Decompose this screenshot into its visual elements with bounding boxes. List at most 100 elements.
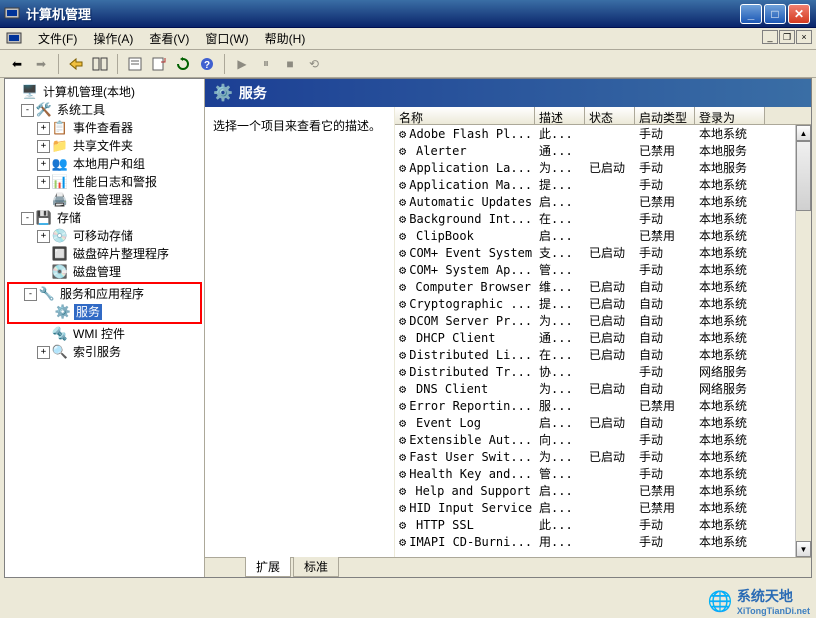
- tab-extended[interactable]: 扩展: [245, 557, 291, 577]
- col-startup[interactable]: 启动类型: [635, 107, 695, 124]
- service-name-cell: ⚙Help and Support: [395, 484, 535, 498]
- mdi-close[interactable]: ×: [796, 30, 812, 44]
- up-button[interactable]: [65, 53, 87, 75]
- collapse-icon[interactable]: -: [21, 212, 34, 225]
- col-name[interactable]: 名称: [395, 107, 535, 124]
- expand-icon[interactable]: +: [37, 230, 50, 243]
- service-row[interactable]: ⚙Cryptographic ... 提... 已启动 自动 本地系统: [395, 295, 811, 312]
- expand-icon[interactable]: +: [37, 346, 50, 359]
- maximize-button[interactable]: □: [764, 4, 786, 24]
- back-button[interactable]: ⬅: [6, 53, 28, 75]
- menu-window[interactable]: 窗口(W): [197, 28, 256, 49]
- scroll-down-button[interactable]: ▼: [796, 541, 811, 557]
- scroll-thumb[interactable]: [796, 141, 811, 211]
- service-row[interactable]: ⚙Extensible Aut... 向... 手动 本地系统: [395, 431, 811, 448]
- service-row[interactable]: ⚙HID Input Service 启... 已禁用 本地系统: [395, 499, 811, 516]
- service-row[interactable]: ⚙Background Int... 在... 手动 本地系统: [395, 210, 811, 227]
- refresh-button[interactable]: [172, 53, 194, 75]
- gear-icon: ⚙: [399, 399, 406, 413]
- service-logon-cell: 本地系统: [695, 244, 765, 261]
- menu-view[interactable]: 查看(V): [141, 28, 197, 49]
- col-status[interactable]: 状态: [585, 107, 635, 124]
- properties-button[interactable]: [124, 53, 146, 75]
- tree-localusers[interactable]: +👥本地用户和组: [7, 155, 202, 173]
- menu-action[interactable]: 操作(A): [85, 28, 141, 49]
- service-row[interactable]: ⚙DCOM Server Pr... 为... 已启动 自动 本地系统: [395, 312, 811, 329]
- service-name-cell: ⚙Health Key and...: [395, 467, 535, 481]
- service-row[interactable]: ⚙IMAPI CD-Burni... 用... 手动 本地系统: [395, 533, 811, 550]
- minimize-button[interactable]: _: [740, 4, 762, 24]
- tree-devmgr[interactable]: 🖨️设备管理器: [7, 191, 202, 209]
- col-logon[interactable]: 登录为: [695, 107, 765, 124]
- gear-icon: ⚙: [399, 433, 406, 447]
- service-desc-cell: 启...: [535, 499, 585, 516]
- service-row[interactable]: ⚙Distributed Tr... 协... 手动 网络服务: [395, 363, 811, 380]
- expand-icon[interactable]: +: [37, 158, 50, 171]
- tree-svcapps[interactable]: -🔧服务和应用程序: [10, 285, 199, 303]
- service-desc-cell: 在...: [535, 210, 585, 227]
- tree-storage[interactable]: -💾存储: [7, 209, 202, 227]
- service-row[interactable]: ⚙Health Key and... 管... 手动 本地系统: [395, 465, 811, 482]
- vertical-scrollbar[interactable]: ▲ ▼: [795, 125, 811, 557]
- tree-systools[interactable]: -🛠️系统工具: [7, 101, 202, 119]
- mdi-minimize[interactable]: _: [762, 30, 778, 44]
- forward-button[interactable]: ➡: [30, 53, 52, 75]
- pause-service-button[interactable]: ⏸: [255, 53, 277, 75]
- service-desc-cell: 为...: [535, 159, 585, 176]
- gear-icon: ⚙: [399, 535, 406, 549]
- expand-icon[interactable]: +: [37, 176, 50, 189]
- tree-wmi[interactable]: 🔩WMI 控件: [7, 325, 202, 343]
- service-row[interactable]: ⚙Help and Support 启... 已禁用 本地系统: [395, 482, 811, 499]
- service-row[interactable]: ⚙Adobe Flash Pl... 此... 手动 本地系统: [395, 125, 811, 142]
- service-row[interactable]: ⚙Error Reportin... 服... 已禁用 本地系统: [395, 397, 811, 414]
- service-row[interactable]: ⚙COM+ Event System 支... 已启动 手动 本地系统: [395, 244, 811, 261]
- service-row[interactable]: ⚙DNS Client 为... 已启动 自动 网络服务: [395, 380, 811, 397]
- tree-removable[interactable]: +💿可移动存储: [7, 227, 202, 245]
- collapse-icon[interactable]: -: [24, 288, 37, 301]
- service-row[interactable]: ⚙Fast User Swit... 为... 已启动 手动 本地系统: [395, 448, 811, 465]
- stop-service-button[interactable]: ■: [279, 53, 301, 75]
- tree-indexing[interactable]: +🔍索引服务: [7, 343, 202, 361]
- show-hide-tree-button[interactable]: [89, 53, 111, 75]
- service-row[interactable]: ⚙Computer Browser 维... 已启动 自动 本地系统: [395, 278, 811, 295]
- tree-services[interactable]: ⚙️服务: [10, 303, 199, 321]
- expand-icon[interactable]: +: [37, 140, 50, 153]
- tree-eventviewer[interactable]: +📋事件查看器: [7, 119, 202, 137]
- titlebar[interactable]: 计算机管理 _ □ ✕: [0, 0, 816, 28]
- tree-root[interactable]: 🖥️计算机管理(本地): [7, 83, 202, 101]
- service-row[interactable]: ⚙Application Ma... 提... 手动 本地系统: [395, 176, 811, 193]
- navigation-tree[interactable]: 🖥️计算机管理(本地) -🛠️系统工具 +📋事件查看器 +📁共享文件夹 +👥本地…: [5, 79, 205, 577]
- service-row[interactable]: ⚙COM+ System Ap... 管... 手动 本地系统: [395, 261, 811, 278]
- close-button[interactable]: ✕: [788, 4, 810, 24]
- tree-perflog[interactable]: +📊性能日志和警报: [7, 173, 202, 191]
- service-desc-cell: 此...: [535, 516, 585, 533]
- export-button[interactable]: [148, 53, 170, 75]
- service-row[interactable]: ⚙Automatic Updates 启... 已禁用 本地系统: [395, 193, 811, 210]
- help-button[interactable]: ?: [196, 53, 218, 75]
- menu-help[interactable]: 帮助(H): [257, 28, 314, 49]
- col-desc[interactable]: 描述: [535, 107, 585, 124]
- collapse-icon[interactable]: -: [21, 104, 34, 117]
- menu-file[interactable]: 文件(F): [30, 28, 85, 49]
- service-row[interactable]: ⚙ClipBook 启... 已禁用 本地系统: [395, 227, 811, 244]
- tree-defrag[interactable]: 🔲磁盘碎片整理程序: [7, 245, 202, 263]
- service-logon-cell: 本地系统: [695, 414, 765, 431]
- start-service-button[interactable]: ▶: [231, 53, 253, 75]
- tree-sharedfolders[interactable]: +📁共享文件夹: [7, 137, 202, 155]
- service-name-cell: ⚙Adobe Flash Pl...: [395, 127, 535, 141]
- expand-icon[interactable]: +: [37, 122, 50, 135]
- service-row[interactable]: ⚙Application La... 为... 已启动 手动 本地服务: [395, 159, 811, 176]
- service-row[interactable]: ⚙Distributed Li... 在... 已启动 自动 本地系统: [395, 346, 811, 363]
- service-row[interactable]: ⚙DHCP Client 通... 已启动 自动 本地系统: [395, 329, 811, 346]
- mdi-restore[interactable]: ❐: [779, 30, 795, 44]
- tree-diskmgmt[interactable]: 💽磁盘管理: [7, 263, 202, 281]
- tab-standard[interactable]: 标准: [293, 557, 339, 577]
- service-row[interactable]: ⚙Event Log 启... 已启动 自动 本地系统: [395, 414, 811, 431]
- defrag-icon: 🔲: [52, 246, 68, 262]
- service-row[interactable]: ⚙HTTP SSL 此... 手动 本地系统: [395, 516, 811, 533]
- service-row[interactable]: ⚙Alerter 通... 已禁用 本地服务: [395, 142, 811, 159]
- services-list[interactable]: 名称 描述 状态 启动类型 登录为 ⚙Adobe Flash Pl... 此..…: [395, 107, 811, 557]
- restart-service-button[interactable]: ⟲: [303, 53, 325, 75]
- scroll-up-button[interactable]: ▲: [796, 125, 811, 141]
- service-desc-cell: 为...: [535, 312, 585, 329]
